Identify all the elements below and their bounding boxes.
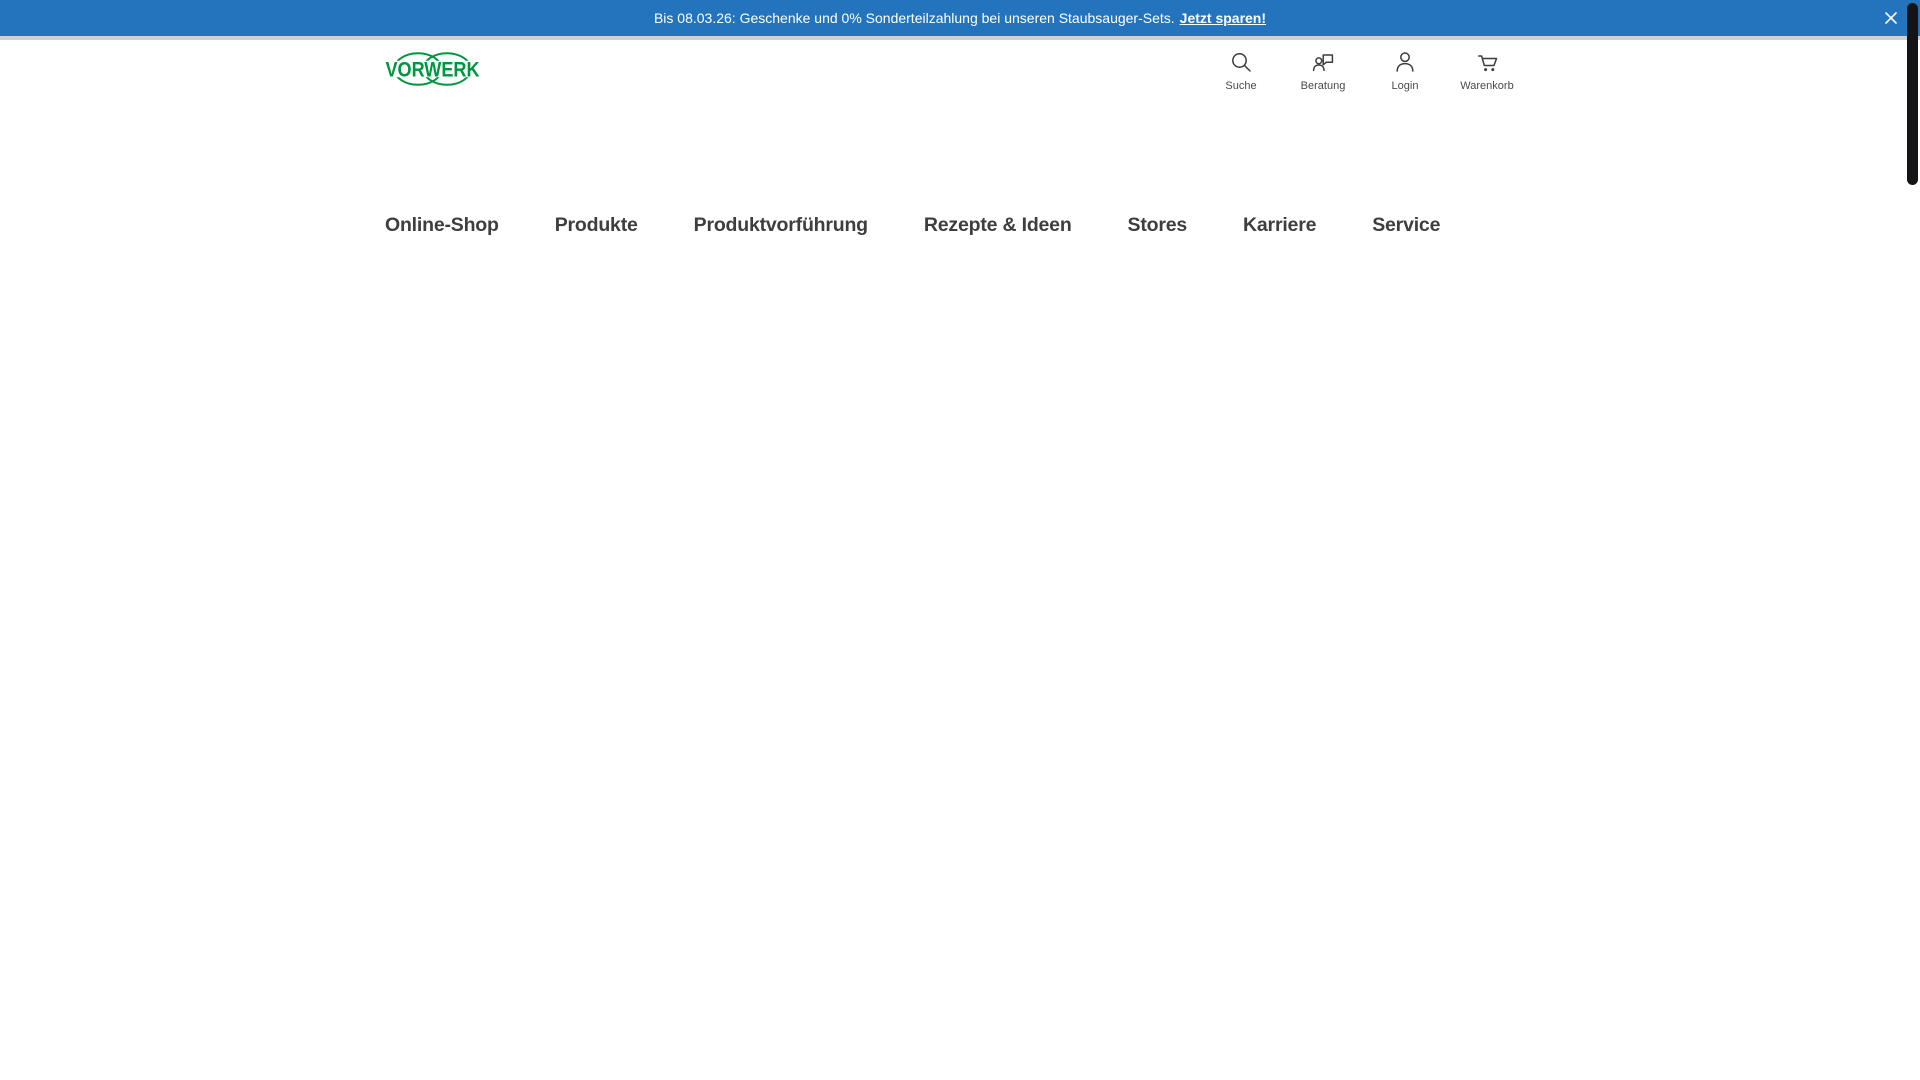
nav-item-rezepte-ideen[interactable]: Rezepte & Ideen <box>924 214 1072 237</box>
promo-banner: Bis 08.03.26: Geschenke und 0% Sondertei… <box>0 0 1920 36</box>
vorwerk-logo[interactable]: VORWERK <box>385 50 480 88</box>
promo-message: Bis 08.03.26: Geschenke und 0% Sondertei… <box>653 10 1175 26</box>
close-icon <box>1885 12 1897 24</box>
cart-icon <box>1478 55 1498 72</box>
nav-item-produktvorfuehrung[interactable]: Produktvorführung <box>694 214 868 237</box>
scrollbar-thumb[interactable] <box>1907 3 1918 185</box>
header-actions: Suche Beratung Login Warenkorb <box>1205 50 1523 92</box>
search-icon <box>1232 53 1251 72</box>
nav-item-stores[interactable]: Stores <box>1128 214 1188 237</box>
nav-item-online-shop[interactable]: Online-Shop <box>385 214 499 237</box>
nav-item-karriere[interactable]: Karriere <box>1243 214 1316 237</box>
user-icon <box>1396 52 1414 72</box>
banner-close-button[interactable] <box>1880 7 1902 29</box>
search-button[interactable]: Suche <box>1205 50 1277 92</box>
cart-button[interactable]: Warenkorb <box>1451 50 1523 92</box>
header: VORWERK Suche Beratung Login Warenkorb <box>385 40 1535 92</box>
main-nav: Online-Shop Produkte Produktvorführung R… <box>385 214 1535 237</box>
login-button[interactable]: Login <box>1369 50 1441 92</box>
consultation-icon <box>1312 54 1334 72</box>
promo-link[interactable]: Jetzt sparen! <box>1180 10 1266 26</box>
nav-item-produkte[interactable]: Produkte <box>555 214 638 237</box>
search-label: Suche <box>1225 80 1257 92</box>
logo-wordmark: VORWERK <box>386 59 480 82</box>
login-label: Login <box>1391 80 1419 92</box>
vorwerk-logo-icon: VORWERK <box>385 52 480 86</box>
consultation-button[interactable]: Beratung <box>1287 50 1359 92</box>
nav-item-service[interactable]: Service <box>1372 214 1440 237</box>
cart-label: Warenkorb <box>1460 80 1514 92</box>
consultation-label: Beratung <box>1300 80 1346 92</box>
